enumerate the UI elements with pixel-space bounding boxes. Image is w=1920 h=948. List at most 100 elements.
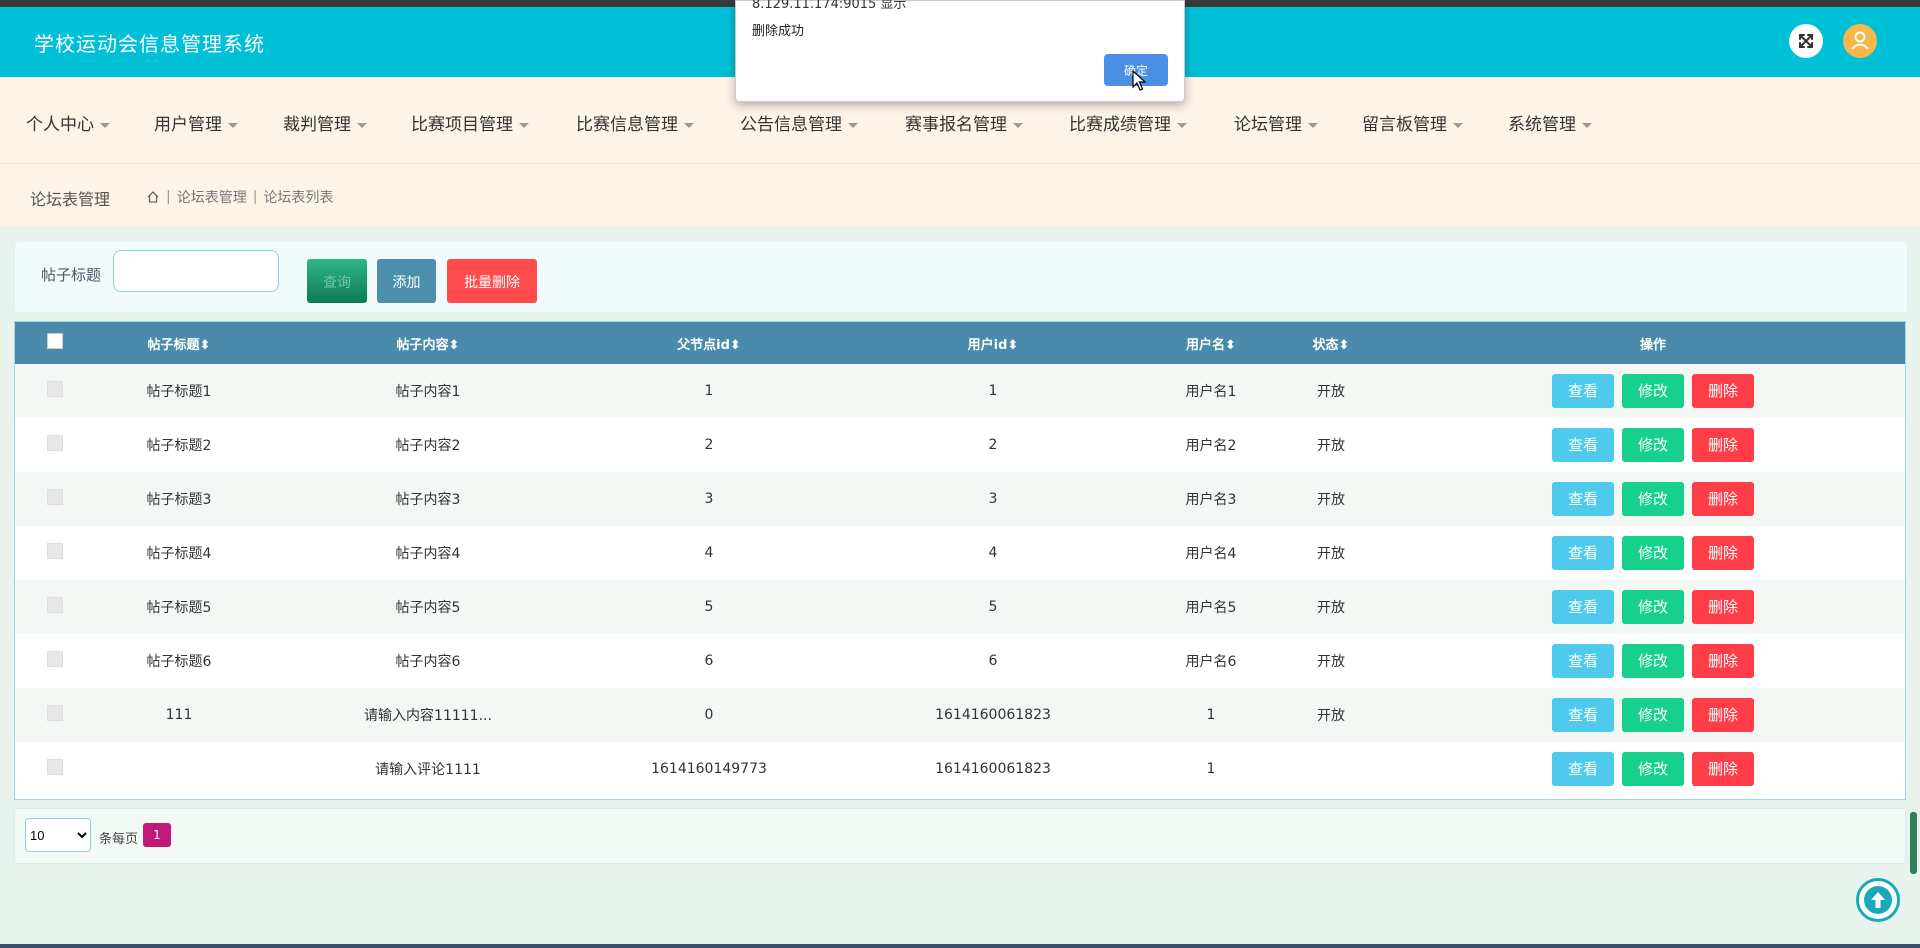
col-username[interactable]: 用户名⬍ [1161, 322, 1261, 364]
delete-button[interactable]: 删除 [1692, 698, 1754, 732]
breadcrumb-level2: 论坛表列表 [263, 190, 334, 206]
table-row: 请输入评论1111 1614160149773 1614160061823 1 查看 修改… [15, 742, 1905, 796]
edit-button[interactable]: 修改 [1622, 644, 1684, 678]
nav-system-management[interactable]: 系统管理 [1508, 110, 1592, 135]
delete-button[interactable]: 删除 [1692, 752, 1754, 786]
cell-status: 开放 [1317, 438, 1345, 454]
table-row: 帖子标题5 帖子内容5 5 5 用户名5 开放 查看 修改 删除 [15, 580, 1905, 634]
delete-button[interactable]: 删除 [1692, 590, 1754, 624]
row-checkbox[interactable] [47, 435, 63, 451]
col-user-id[interactable]: 用户id⬍ [825, 322, 1161, 364]
row-checkbox[interactable] [47, 597, 63, 613]
edit-button[interactable]: 修改 [1622, 428, 1684, 462]
scrollbar[interactable] [1910, 812, 1917, 874]
search-label: 帖子标题 [41, 266, 102, 284]
view-button[interactable]: 查看 [1552, 428, 1614, 462]
delete-button[interactable]: 删除 [1692, 482, 1754, 516]
nav-match-info-management[interactable]: 比赛信息管理 [576, 110, 694, 135]
cell-status [1261, 742, 1401, 796]
page-size-select[interactable]: 10 [25, 818, 91, 852]
cell-post-title: 111 [165, 707, 193, 723]
edit-button[interactable]: 修改 [1622, 752, 1684, 786]
edit-button[interactable]: 修改 [1622, 698, 1684, 732]
cell-post-title: 帖子标题5 [146, 600, 212, 616]
view-button[interactable]: 查看 [1552, 698, 1614, 732]
cell-username: 1 [1206, 761, 1216, 777]
nav-score-management[interactable]: 比赛成绩管理 [1069, 110, 1187, 135]
caret-down-icon [519, 122, 529, 128]
edit-button[interactable]: 修改 [1622, 536, 1684, 570]
cell-actions: 查看 修改 删除 [1401, 742, 1905, 796]
delete-button[interactable]: 删除 [1692, 536, 1754, 570]
nav-forum-management[interactable]: 论坛管理 [1234, 110, 1318, 135]
select-all-cell [15, 322, 95, 364]
nav-personal-center[interactable]: 个人中心 [26, 110, 110, 135]
cell-status: 开放 [1317, 384, 1345, 400]
nav-message-board-management[interactable]: 留言板管理 [1362, 110, 1463, 135]
delete-button[interactable]: 删除 [1692, 428, 1754, 462]
nav-referee-management[interactable]: 裁判管理 [283, 110, 367, 135]
breadcrumb: | 论坛表管理 | 论坛表列表 [146, 187, 333, 207]
view-button[interactable]: 查看 [1552, 644, 1614, 678]
post-title-search-input[interactable] [113, 250, 279, 292]
add-button[interactable]: 添加 [377, 259, 436, 303]
page-number-button[interactable]: 1 [143, 823, 171, 847]
fullscreen-button[interactable] [1789, 24, 1823, 58]
cell-user-id: 1614160061823 [935, 761, 1051, 777]
sort-icon: ⬍ [199, 337, 211, 353]
breadcrumb-level1[interactable]: 论坛表管理 [177, 187, 247, 207]
cell-username: 用户名2 [1185, 438, 1237, 454]
delete-button[interactable]: 删除 [1692, 374, 1754, 408]
view-button[interactable]: 查看 [1552, 536, 1614, 570]
row-checkbox[interactable] [47, 381, 63, 397]
cell-status: 开放 [1317, 546, 1345, 562]
user-avatar-button[interactable] [1843, 24, 1877, 58]
view-button[interactable]: 查看 [1552, 482, 1614, 516]
delete-button[interactable]: 删除 [1692, 644, 1754, 678]
view-button[interactable]: 查看 [1552, 590, 1614, 624]
col-post-title[interactable]: 帖子标题⬍ [95, 322, 263, 364]
search-button[interactable]: 查询 [307, 259, 367, 303]
sort-icon: ⬍ [1007, 337, 1019, 353]
batch-delete-button[interactable]: 批量删除 [447, 259, 537, 303]
cell-username: 用户名4 [1185, 546, 1237, 562]
caret-down-icon [357, 122, 367, 128]
cell-actions: 查看 修改 删除 [1401, 418, 1905, 472]
cell-post-title: 帖子标题6 [146, 654, 212, 670]
view-button[interactable]: 查看 [1552, 374, 1614, 408]
cell-post-content: 帖子内容2 [395, 438, 461, 454]
col-status[interactable]: 状态⬍ [1261, 322, 1401, 364]
edit-button[interactable]: 修改 [1622, 374, 1684, 408]
nav-registration-management[interactable]: 赛事报名管理 [905, 110, 1023, 135]
cell-user-id: 1 [988, 383, 998, 399]
col-parent-id[interactable]: 父节点id⬍ [593, 322, 825, 364]
sort-icon: ⬍ [729, 337, 741, 353]
cell-user-id: 4 [988, 545, 998, 561]
cell-post-content: 帖子内容3 [395, 492, 461, 508]
pagination: 10 条每页 1 [14, 808, 1906, 864]
cell-status: 开放 [1317, 600, 1345, 616]
cell-actions: 查看 修改 删除 [1401, 688, 1905, 742]
table-row: 帖子标题1 帖子内容1 1 1 用户名1 开放 查看 修改 删除 [15, 364, 1905, 418]
row-checkbox[interactable] [47, 705, 63, 721]
edit-button[interactable]: 修改 [1622, 482, 1684, 516]
home-icon[interactable] [146, 190, 160, 204]
cell-post-title: 帖子标题4 [146, 546, 212, 562]
nav-user-management[interactable]: 用户管理 [154, 110, 238, 135]
view-button[interactable]: 查看 [1552, 752, 1614, 786]
nav-event-item-management[interactable]: 比赛项目管理 [411, 110, 529, 135]
row-checkbox[interactable] [47, 759, 63, 775]
back-to-top-button[interactable] [1856, 878, 1900, 922]
sort-icon: ⬍ [448, 337, 460, 353]
col-post-content[interactable]: 帖子内容⬍ [263, 322, 593, 364]
cell-actions: 查看 修改 删除 [1401, 580, 1905, 634]
cell-parent-id: 0 [704, 707, 714, 723]
row-checkbox[interactable] [47, 543, 63, 559]
cell-user-id: 1614160061823 [935, 707, 1051, 723]
row-checkbox[interactable] [47, 489, 63, 505]
row-checkbox[interactable] [47, 651, 63, 667]
select-all-checkbox[interactable] [47, 333, 63, 349]
cell-username: 1 [1206, 707, 1216, 723]
edit-button[interactable]: 修改 [1622, 590, 1684, 624]
nav-notice-management[interactable]: 公告信息管理 [740, 110, 858, 135]
